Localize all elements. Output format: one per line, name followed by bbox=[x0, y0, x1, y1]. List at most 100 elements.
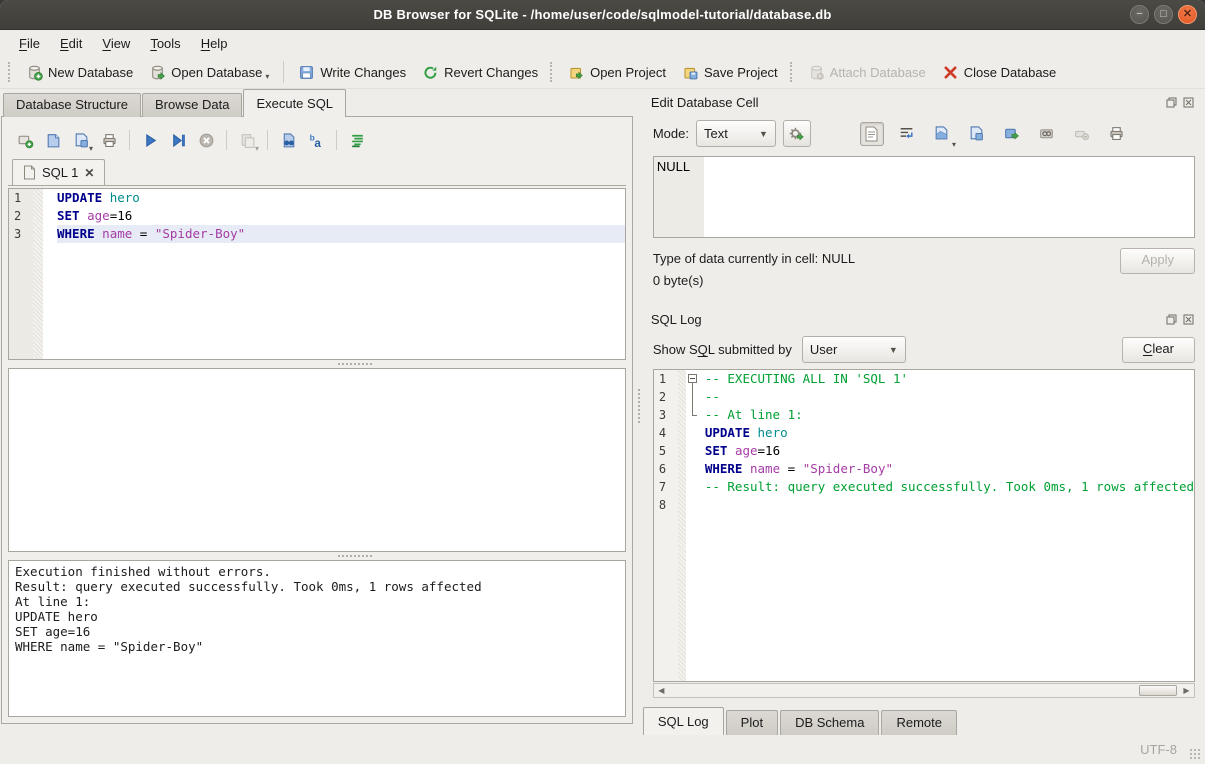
execute-line-icon[interactable] bbox=[167, 129, 189, 151]
editor-results-splitter[interactable] bbox=[8, 360, 626, 368]
format-sql-icon[interactable] bbox=[346, 129, 368, 151]
dock-tab-plot[interactable]: Plot bbox=[726, 710, 778, 735]
close-dock-icon[interactable] bbox=[1182, 96, 1195, 109]
menu-help[interactable]: Help bbox=[192, 33, 237, 54]
main-tab-bar: Database StructureBrowse DataExecute SQL bbox=[0, 89, 634, 117]
revert-changes-button[interactable]: Revert Changes bbox=[414, 60, 546, 85]
window-title: DB Browser for SQLite - /home/user/code/… bbox=[0, 7, 1205, 22]
fold-margin[interactable] bbox=[686, 370, 701, 681]
dock-tab-remote[interactable]: Remote bbox=[881, 710, 957, 735]
clear-log-button[interactable]: Clear bbox=[1122, 337, 1195, 363]
remove-icon[interactable] bbox=[1070, 122, 1094, 146]
scrollbar-thumb[interactable] bbox=[1139, 685, 1177, 696]
line-number-gutter: 123 bbox=[9, 189, 33, 359]
encoding-indicator: UTF-8 bbox=[1140, 742, 1177, 757]
toolbar-drag-handle[interactable] bbox=[8, 62, 14, 82]
fold-collapse-icon[interactable] bbox=[688, 374, 697, 383]
code-line: SET age=16 bbox=[57, 207, 625, 225]
float-dock-icon[interactable] bbox=[1165, 313, 1178, 326]
window-controls: − □ ✕ bbox=[1130, 5, 1197, 24]
menu-edit[interactable]: Edit bbox=[51, 33, 91, 54]
export-link-icon[interactable] bbox=[1000, 122, 1024, 146]
margin-hatch bbox=[678, 370, 686, 681]
message-line: Result: query executed successfully. Too… bbox=[15, 579, 619, 594]
cell-editor[interactable]: NULL bbox=[653, 156, 1195, 238]
tab-browse-data[interactable]: Browse Data bbox=[142, 93, 242, 117]
message-line: SET age=16 bbox=[15, 624, 619, 639]
code-line: -- Result: query executed successfully. … bbox=[705, 478, 1194, 496]
log-filter-select[interactable]: User▼ bbox=[802, 336, 906, 363]
results-message-splitter[interactable] bbox=[8, 552, 626, 560]
cell-editor-gutter: NULL bbox=[654, 157, 704, 237]
save-sql-file-icon[interactable]: ▾ bbox=[70, 129, 92, 151]
new-sql-tab-icon[interactable] bbox=[14, 129, 36, 151]
close-tab-icon[interactable]: ✕ bbox=[84, 166, 94, 180]
main-toolbar: New Database Open Database ▾ Write Chang… bbox=[0, 56, 1205, 89]
tab-database-structure[interactable]: Database Structure bbox=[3, 93, 141, 117]
results-grid[interactable] bbox=[8, 368, 626, 552]
dock-tab-db-schema[interactable]: DB Schema bbox=[780, 710, 879, 735]
mode-select[interactable]: Text▼ bbox=[696, 120, 776, 147]
close-dock-icon[interactable] bbox=[1182, 313, 1195, 326]
database-open-icon bbox=[149, 64, 166, 81]
apply-button[interactable]: Apply bbox=[1120, 248, 1195, 274]
save-project-icon bbox=[682, 64, 699, 81]
new-database-button[interactable]: New Database bbox=[18, 60, 141, 85]
open-project-button[interactable]: Open Project bbox=[560, 60, 674, 85]
menu-tools[interactable]: Tools bbox=[141, 33, 189, 54]
attach-database-button[interactable]: Attach Database bbox=[800, 60, 934, 85]
stop-icon[interactable] bbox=[195, 129, 217, 151]
auto-apply-icon[interactable] bbox=[783, 120, 811, 147]
write-changes-button[interactable]: Write Changes bbox=[290, 60, 414, 85]
float-dock-icon[interactable] bbox=[1165, 96, 1178, 109]
close-database-button[interactable]: Close Database bbox=[934, 60, 1065, 85]
open-database-button[interactable]: Open Database ▾ bbox=[141, 60, 277, 85]
import-file-icon[interactable]: ▾ bbox=[930, 122, 954, 146]
dock-tab-sql-log[interactable]: SQL Log bbox=[643, 707, 724, 735]
tab-execute-sql[interactable]: Execute SQL bbox=[243, 89, 346, 117]
filter-label: Show SQL submitted by bbox=[653, 342, 792, 357]
close-database-icon bbox=[942, 64, 959, 81]
export-file-icon[interactable] bbox=[965, 122, 989, 146]
sql-log-dock-header: SQL Log bbox=[643, 308, 1197, 330]
menu-file[interactable]: File bbox=[10, 33, 49, 54]
find-replace-icon[interactable] bbox=[277, 129, 299, 151]
code-line: -- EXECUTING ALL IN 'SQL 1' bbox=[705, 370, 1194, 388]
message-line: UPDATE hero bbox=[15, 609, 619, 624]
log-horizontal-scrollbar[interactable]: ◀ ▶ bbox=[653, 683, 1195, 698]
scroll-left-icon[interactable]: ◀ bbox=[654, 684, 669, 697]
minimize-button[interactable]: − bbox=[1130, 5, 1149, 24]
sql-file-tab[interactable]: SQL 1 ✕ bbox=[12, 159, 105, 185]
menubar: FileEditViewToolsHelp bbox=[0, 30, 1205, 56]
execution-message-box[interactable]: Execution finished without errors.Result… bbox=[8, 560, 626, 717]
save-project-button[interactable]: Save Project bbox=[674, 60, 786, 85]
resize-grip[interactable] bbox=[1189, 748, 1202, 761]
panes-splitter[interactable] bbox=[634, 89, 643, 735]
titlebar[interactable]: DB Browser for SQLite - /home/user/code/… bbox=[0, 0, 1205, 30]
sql-log-title: SQL Log bbox=[651, 312, 702, 327]
open-sql-file-icon[interactable] bbox=[42, 129, 64, 151]
close-button[interactable]: ✕ bbox=[1178, 5, 1197, 24]
execute-all-icon[interactable] bbox=[139, 129, 161, 151]
print-icon[interactable] bbox=[98, 129, 120, 151]
statusbar: UTF-8 bbox=[0, 735, 1205, 764]
margin-hatch bbox=[33, 189, 43, 359]
code-line: UPDATE hero bbox=[705, 424, 1194, 442]
paste-disabled-icon[interactable]: ▾ bbox=[236, 129, 258, 151]
text-mode-icon[interactable] bbox=[860, 122, 884, 146]
sql-editor[interactable]: 123UPDATE heroSET age=16WHERE name = "Sp… bbox=[8, 188, 626, 360]
sql-log-view[interactable]: 12345678-- EXECUTING ALL IN 'SQL 1'---- … bbox=[653, 369, 1195, 682]
menu-view[interactable]: View bbox=[93, 33, 139, 54]
code-line: WHERE name = "Spider-Boy" bbox=[705, 460, 1194, 478]
maximize-button[interactable]: □ bbox=[1154, 5, 1173, 24]
word-wrap-icon[interactable] bbox=[895, 122, 919, 146]
attach-database-icon bbox=[808, 64, 825, 81]
code-line: -- At line 1: bbox=[705, 406, 1194, 424]
scroll-right-icon[interactable]: ▶ bbox=[1179, 684, 1194, 697]
chevron-down-icon[interactable]: ▾ bbox=[265, 72, 269, 81]
printable-text-icon[interactable]: ba bbox=[305, 129, 327, 151]
set-link-icon[interactable] bbox=[1035, 122, 1059, 146]
print-cell-icon[interactable] bbox=[1105, 122, 1129, 146]
open-project-icon bbox=[568, 64, 585, 81]
sql-document-icon bbox=[23, 165, 36, 180]
